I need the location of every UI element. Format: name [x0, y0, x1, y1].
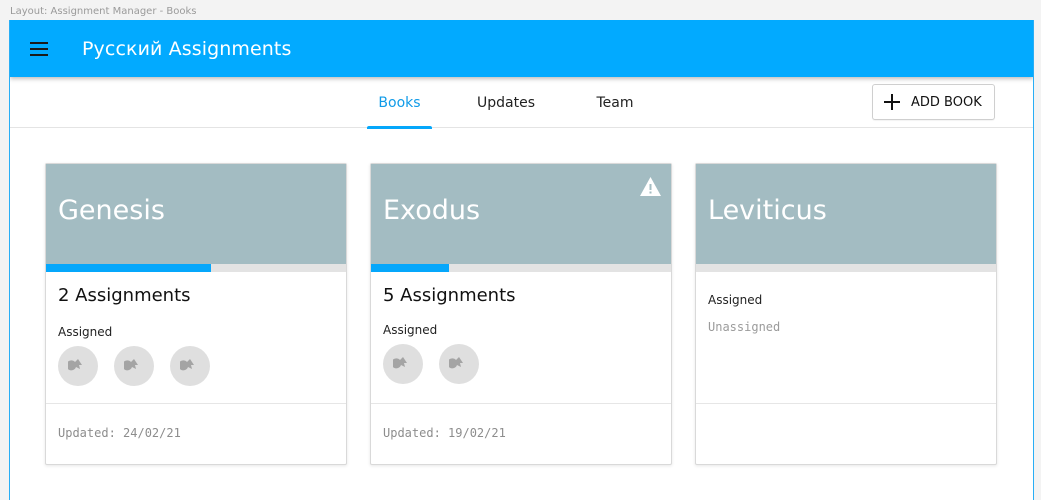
book-card-footer: Updated: 19/02/21 [371, 403, 671, 464]
avatar-placeholder-icon [393, 357, 407, 369]
updated-date: Updated: 19/02/21 [383, 426, 506, 440]
updated-date: Updated: 24/02/21 [58, 426, 181, 440]
book-card-genesis[interactable]: Genesis 2 Assignments Assigned Updated: … [45, 163, 347, 465]
avatar[interactable] [170, 346, 210, 386]
avatar[interactable] [58, 346, 98, 386]
tab-team-label: Team [596, 94, 634, 111]
avatar-placeholder-icon [449, 357, 463, 369]
avatar-placeholder-icon [124, 359, 138, 371]
tab-books[interactable]: Books [367, 77, 432, 129]
tab-bar: Books Updates Team ADD BOOK [10, 77, 1033, 129]
assigned-label: Assigned [58, 325, 113, 339]
app-window: Русский Assignments Books Updates Team A… [9, 20, 1034, 500]
app-bar: Русский Assignments [10, 20, 1033, 77]
plus-icon [884, 94, 900, 110]
book-card-body: Assigned Unassigned [696, 272, 996, 404]
tab-books-label: Books [378, 94, 421, 111]
assignment-count: 2 Assignments [58, 285, 191, 306]
book-card-header: Exodus [371, 164, 671, 264]
assigned-label: Assigned [708, 293, 763, 307]
app-title: Русский Assignments [82, 37, 292, 60]
add-book-button[interactable]: ADD BOOK [872, 84, 995, 120]
warning-icon [640, 177, 661, 196]
assignee-avatars [383, 344, 479, 384]
hamburger-menu-icon [30, 41, 48, 56]
assigned-label: Assigned [383, 323, 438, 337]
add-book-label: ADD BOOK [911, 94, 982, 110]
book-card-header: Genesis [46, 164, 346, 264]
tab-updates-label: Updates [477, 94, 535, 111]
assignment-count: 5 Assignments [383, 285, 516, 306]
menu-button[interactable] [10, 20, 68, 77]
book-title: Exodus [383, 195, 481, 226]
book-title: Leviticus [708, 195, 827, 226]
book-progress-fill [371, 264, 449, 272]
avatar[interactable] [439, 344, 479, 384]
book-card-body: 5 Assignments Assigned [371, 272, 671, 404]
tab-updates[interactable]: Updates [467, 77, 545, 128]
active-tab-indicator [367, 126, 432, 129]
book-card-exodus[interactable]: Exodus 5 Assignments Assigned Updated: 1… [370, 163, 672, 465]
book-card-header: Leviticus [696, 164, 996, 264]
book-card-body: 2 Assignments Assigned [46, 272, 346, 404]
book-progress-bar [371, 264, 671, 272]
unassigned-text: Unassigned [708, 320, 781, 334]
tab-team[interactable]: Team [580, 77, 650, 128]
assignee-avatars [58, 346, 210, 386]
book-title: Genesis [58, 195, 165, 226]
avatar[interactable] [383, 344, 423, 384]
book-card-leviticus[interactable]: Leviticus Assigned Unassigned [695, 163, 997, 465]
book-progress-fill [46, 264, 211, 272]
avatar-placeholder-icon [68, 359, 82, 371]
avatar[interactable] [114, 346, 154, 386]
book-card-footer: Updated: 24/02/21 [46, 403, 346, 464]
layout-caption: Layout: Assignment Manager - Books [10, 6, 197, 17]
book-progress-bar [696, 264, 996, 272]
book-progress-bar [46, 264, 346, 272]
book-card-footer [696, 403, 996, 464]
avatar-placeholder-icon [180, 359, 194, 371]
